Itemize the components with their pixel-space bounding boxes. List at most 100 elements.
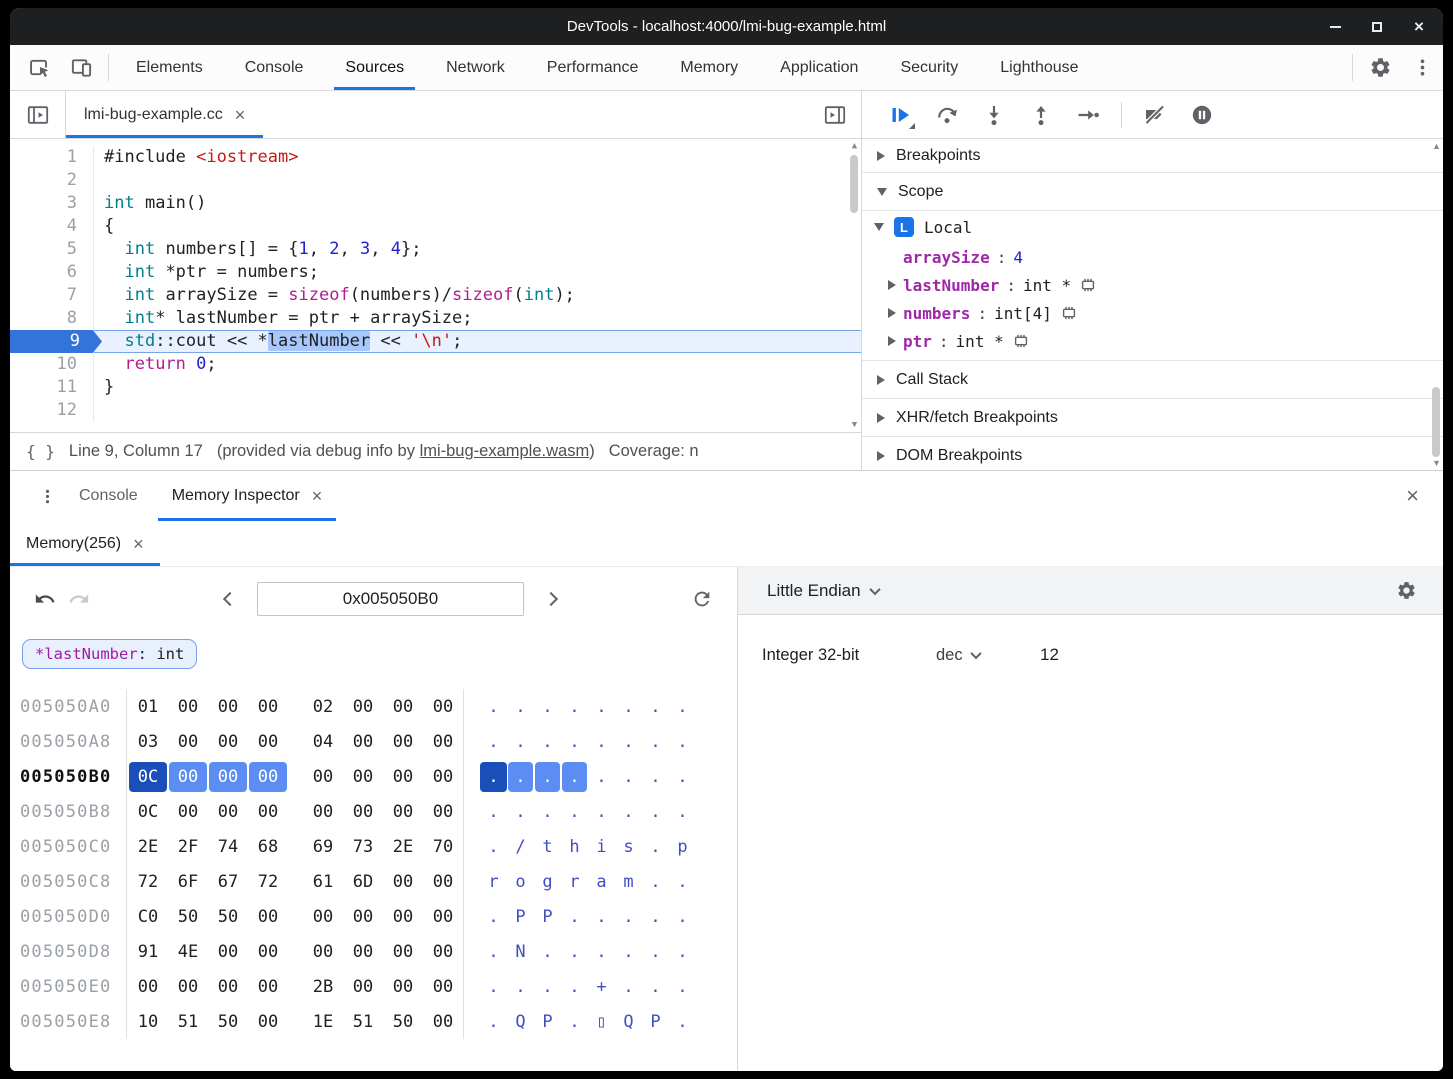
hex-byte[interactable]: 68 [248, 837, 288, 857]
drawer-tab-memory-inspector[interactable]: Memory Inspector× [155, 471, 340, 521]
ascii-char[interactable]: Q [615, 1012, 642, 1032]
ascii-char[interactable]: . [642, 907, 669, 927]
devtools-tab-network[interactable]: Network [425, 45, 526, 90]
ascii-char[interactable]: N [507, 942, 534, 962]
refresh-icon[interactable] [685, 582, 719, 616]
scope-variable-lastnumber[interactable]: lastNumber: int * [862, 271, 1443, 299]
line-number[interactable]: 5 [10, 238, 94, 261]
scrollbar-thumb[interactable] [1432, 387, 1440, 457]
redo-icon[interactable] [62, 582, 96, 616]
ascii-char[interactable]: . [480, 837, 507, 857]
ascii-char[interactable]: . [642, 802, 669, 822]
ascii-char[interactable]: . [507, 732, 534, 752]
scrollbar-thumb[interactable] [850, 155, 858, 213]
ascii-char[interactable]: . [615, 977, 642, 997]
ascii-char[interactable]: . [588, 907, 615, 927]
ascii-char[interactable]: t [534, 837, 561, 857]
hex-byte[interactable]: 4E [168, 942, 208, 962]
line-number[interactable]: 1 [10, 146, 94, 169]
line-number[interactable]: 3 [10, 192, 94, 215]
hex-byte[interactable]: 00 [423, 942, 463, 962]
hex-byte[interactable]: 00 [343, 732, 383, 752]
hex-byte[interactable]: 69 [303, 837, 343, 857]
code-line[interactable]: 6 int *ptr = numbers; [10, 261, 861, 284]
scroll-up-icon[interactable]: ▲ [1430, 141, 1443, 151]
highlighted-memory-chip[interactable]: *lastNumber: int [22, 639, 197, 669]
close-button[interactable]: × [1411, 19, 1427, 35]
step-out-icon[interactable] [1023, 97, 1059, 133]
expand-arrow-icon[interactable] [888, 308, 896, 318]
expand-arrow-icon[interactable] [888, 280, 896, 290]
hex-byte[interactable]: 00 [423, 977, 463, 997]
hex-byte[interactable]: 00 [383, 732, 423, 752]
hex-byte[interactable]: 70 [423, 837, 463, 857]
line-number[interactable]: 2 [10, 169, 94, 192]
ascii-char[interactable]: . [534, 802, 561, 822]
drawer-menu-icon[interactable] [32, 471, 62, 521]
ascii-char[interactable]: P [534, 1012, 561, 1032]
line-number[interactable]: 12 [10, 399, 94, 422]
ascii-char[interactable]: . [615, 697, 642, 717]
ascii-char[interactable]: . [534, 977, 561, 997]
hex-byte[interactable]: 00 [248, 802, 288, 822]
hex-byte[interactable]: 00 [343, 942, 383, 962]
ascii-char[interactable]: . [561, 977, 588, 997]
ascii-char[interactable]: . [615, 942, 642, 962]
hex-byte[interactable]: 00 [128, 977, 168, 997]
ascii-char[interactable]: i [588, 837, 615, 857]
hex-byte[interactable]: 51 [168, 1012, 208, 1032]
ascii-char[interactable]: . [669, 872, 696, 892]
hex-byte[interactable]: 00 [423, 872, 463, 892]
scope-local-group[interactable]: L Local [862, 211, 1443, 243]
hex-byte[interactable]: 0C [128, 802, 168, 822]
hex-byte[interactable]: 67 [208, 872, 248, 892]
ascii-char[interactable]: . [642, 872, 669, 892]
devtools-tab-elements[interactable]: Elements [115, 45, 224, 90]
drawer-tab-console[interactable]: Console [62, 471, 155, 521]
code-editor[interactable]: 1#include <iostream>23int main()4{5 int … [10, 139, 861, 432]
address-input[interactable] [257, 582, 524, 616]
ascii-char[interactable]: a [588, 872, 615, 892]
next-page-icon[interactable] [534, 582, 568, 616]
ascii-char[interactable]: o [507, 872, 534, 892]
ascii-char[interactable]: / [507, 837, 534, 857]
inspect-element-icon[interactable] [18, 45, 60, 90]
hex-byte[interactable]: 00 [248, 977, 288, 997]
hex-byte[interactable]: 00 [168, 697, 208, 717]
hex-byte[interactable]: 6D [343, 872, 383, 892]
ascii-char[interactable]: . [642, 977, 669, 997]
ascii-char[interactable]: . [561, 942, 588, 962]
ascii-char[interactable]: . [669, 907, 696, 927]
ascii-char[interactable]: . [480, 942, 507, 962]
line-number[interactable]: 8 [10, 307, 94, 330]
hex-byte[interactable]: 00 [383, 767, 423, 787]
ascii-char[interactable]: . [561, 697, 588, 717]
ascii-char[interactable]: P [642, 1012, 669, 1032]
ascii-char[interactable]: . [642, 767, 669, 787]
hex-byte[interactable]: 00 [343, 977, 383, 997]
maximize-button[interactable] [1369, 19, 1385, 35]
device-toolbar-icon[interactable] [60, 45, 102, 90]
devtools-tab-sources[interactable]: Sources [324, 45, 425, 90]
scope-variable-numbers[interactable]: numbers: int[4] [862, 299, 1443, 327]
ascii-char[interactable]: . [669, 942, 696, 962]
ascii-char[interactable]: Q [507, 1012, 534, 1032]
ascii-char[interactable]: . [480, 732, 507, 752]
hex-byte[interactable]: 2B [303, 977, 343, 997]
open-memory-inspector-icon[interactable] [1061, 305, 1077, 321]
pause-on-exceptions-icon[interactable] [1184, 97, 1220, 133]
devtools-tab-lighthouse[interactable]: Lighthouse [979, 45, 1099, 90]
hex-byte[interactable]: 00 [383, 872, 423, 892]
ascii-char[interactable]: . [642, 732, 669, 752]
code-line[interactable]: 2 [10, 169, 861, 192]
hex-byte[interactable]: 6F [168, 872, 208, 892]
code-line[interactable]: 10 return 0; [10, 353, 861, 376]
hex-byte[interactable]: 00 [208, 767, 248, 787]
hex-byte[interactable]: 00 [383, 697, 423, 717]
show-navigator-icon[interactable] [10, 91, 66, 138]
hex-byte[interactable]: 00 [423, 802, 463, 822]
ascii-char[interactable]: . [480, 977, 507, 997]
hex-byte[interactable]: 00 [248, 732, 288, 752]
editor-scrollbar[interactable]: ▲ ▼ [848, 139, 861, 432]
ascii-char[interactable]: ▯ [588, 1012, 615, 1032]
